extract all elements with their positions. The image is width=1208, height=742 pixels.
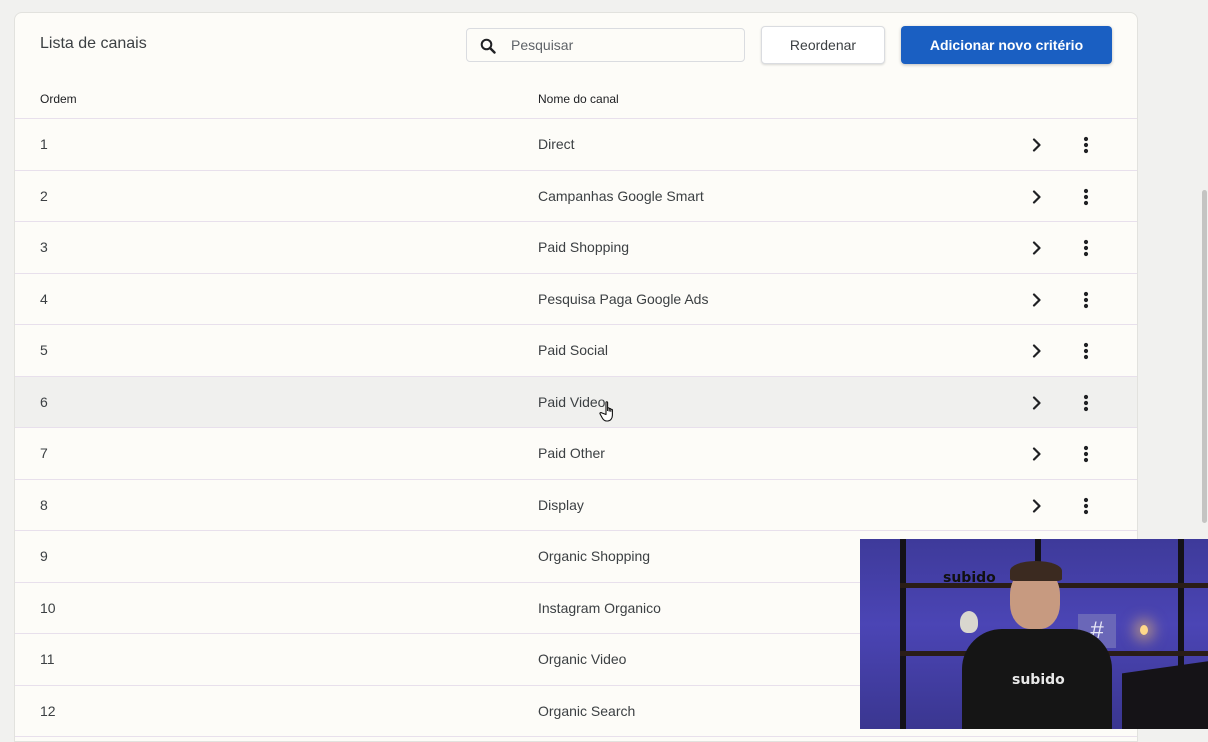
chevron-right-icon[interactable] bbox=[1023, 390, 1051, 416]
row-channel-name: Campanhas Google Smart bbox=[538, 187, 704, 204]
search-icon bbox=[480, 38, 496, 54]
table-row[interactable]: 1 Direct bbox=[15, 119, 1137, 171]
column-header-order: Ordem bbox=[40, 92, 77, 106]
row-order: 6 bbox=[40, 393, 48, 410]
chevron-right-icon[interactable] bbox=[1023, 338, 1051, 364]
chevron-right-icon[interactable] bbox=[1023, 132, 1051, 158]
more-vert-icon[interactable] bbox=[1072, 493, 1100, 519]
shirt-logo: subido bbox=[1012, 672, 1065, 688]
row-order: 12 bbox=[40, 702, 56, 719]
row-order: 8 bbox=[40, 496, 48, 513]
row-channel-name: Organic Shopping bbox=[538, 548, 651, 564]
row-channel-name: Pesquisa Paga Google Ads bbox=[538, 290, 709, 307]
presenter-hair bbox=[1010, 561, 1062, 581]
table-header: Ordem Nome do canal bbox=[15, 79, 1137, 119]
search-input[interactable] bbox=[511, 35, 731, 55]
more-vert-icon[interactable] bbox=[1072, 235, 1100, 261]
table-row[interactable]: 8 Display bbox=[15, 480, 1137, 531]
row-order: 11 bbox=[40, 651, 55, 667]
lamp-bulb bbox=[1140, 625, 1148, 635]
hand-pointer-icon bbox=[599, 401, 613, 422]
column-header-name: Nome do canal bbox=[538, 92, 619, 106]
chevron-right-icon[interactable] bbox=[1023, 235, 1051, 261]
wall-logo: subido bbox=[943, 570, 996, 586]
row-order: 7 bbox=[40, 445, 48, 461]
chevron-right-icon[interactable] bbox=[1023, 493, 1051, 519]
more-vert-icon[interactable] bbox=[1072, 287, 1100, 313]
more-vert-icon[interactable] bbox=[1072, 184, 1100, 210]
lamp-decor bbox=[960, 611, 978, 633]
row-channel-name: Paid Social bbox=[538, 342, 609, 358]
row-order: 5 bbox=[40, 342, 48, 358]
presenter-video-overlay: subido # subido bbox=[860, 539, 1208, 729]
add-criterion-button[interactable]: Adicionar novo critério bbox=[901, 26, 1112, 64]
row-channel-name: Paid Other bbox=[538, 445, 605, 461]
laptop bbox=[1122, 660, 1208, 729]
row-order: 2 bbox=[40, 187, 48, 204]
table-row[interactable]: 7 Paid Other bbox=[15, 428, 1137, 480]
page-title: Lista de canais bbox=[40, 35, 147, 52]
row-channel-name: Direct bbox=[538, 136, 575, 152]
search-field[interactable] bbox=[466, 28, 745, 62]
row-order: 4 bbox=[40, 290, 48, 307]
scrollbar[interactable] bbox=[1202, 190, 1207, 523]
more-vert-icon[interactable] bbox=[1072, 338, 1100, 364]
more-vert-icon[interactable] bbox=[1072, 441, 1100, 467]
row-order: 10 bbox=[40, 599, 56, 616]
more-vert-icon[interactable] bbox=[1072, 132, 1100, 158]
row-channel-name: Paid Shopping bbox=[538, 239, 630, 255]
table-row[interactable]: 4 Pesquisa Paga Google Ads bbox=[15, 274, 1137, 325]
row-order: 9 bbox=[40, 548, 48, 564]
chevron-right-icon[interactable] bbox=[1023, 287, 1051, 313]
table-row[interactable]: 6 Paid Video bbox=[15, 376, 1137, 428]
row-order: 3 bbox=[40, 239, 48, 255]
reorder-button[interactable]: Reordenar bbox=[761, 26, 885, 64]
row-channel-name: Organic Video bbox=[538, 651, 627, 667]
table-row[interactable]: 3 Paid Shopping bbox=[15, 222, 1137, 274]
table-row[interactable]: 5 Paid Social bbox=[15, 325, 1137, 377]
chevron-right-icon[interactable] bbox=[1023, 184, 1051, 210]
table-row[interactable]: 2 Campanhas Google Smart bbox=[15, 171, 1137, 222]
row-channel-name: Display bbox=[538, 496, 584, 513]
chevron-right-icon[interactable] bbox=[1023, 441, 1051, 467]
shelf-post bbox=[900, 539, 906, 729]
row-channel-name: Organic Search bbox=[538, 702, 636, 719]
row-channel-name: Instagram Organico bbox=[538, 599, 661, 616]
toolbar: Lista de canais Reordenar Adicionar novo… bbox=[15, 13, 1137, 79]
row-order: 1 bbox=[40, 136, 48, 152]
row-channel-name: Paid Video bbox=[538, 393, 606, 410]
more-vert-icon[interactable] bbox=[1072, 390, 1100, 416]
